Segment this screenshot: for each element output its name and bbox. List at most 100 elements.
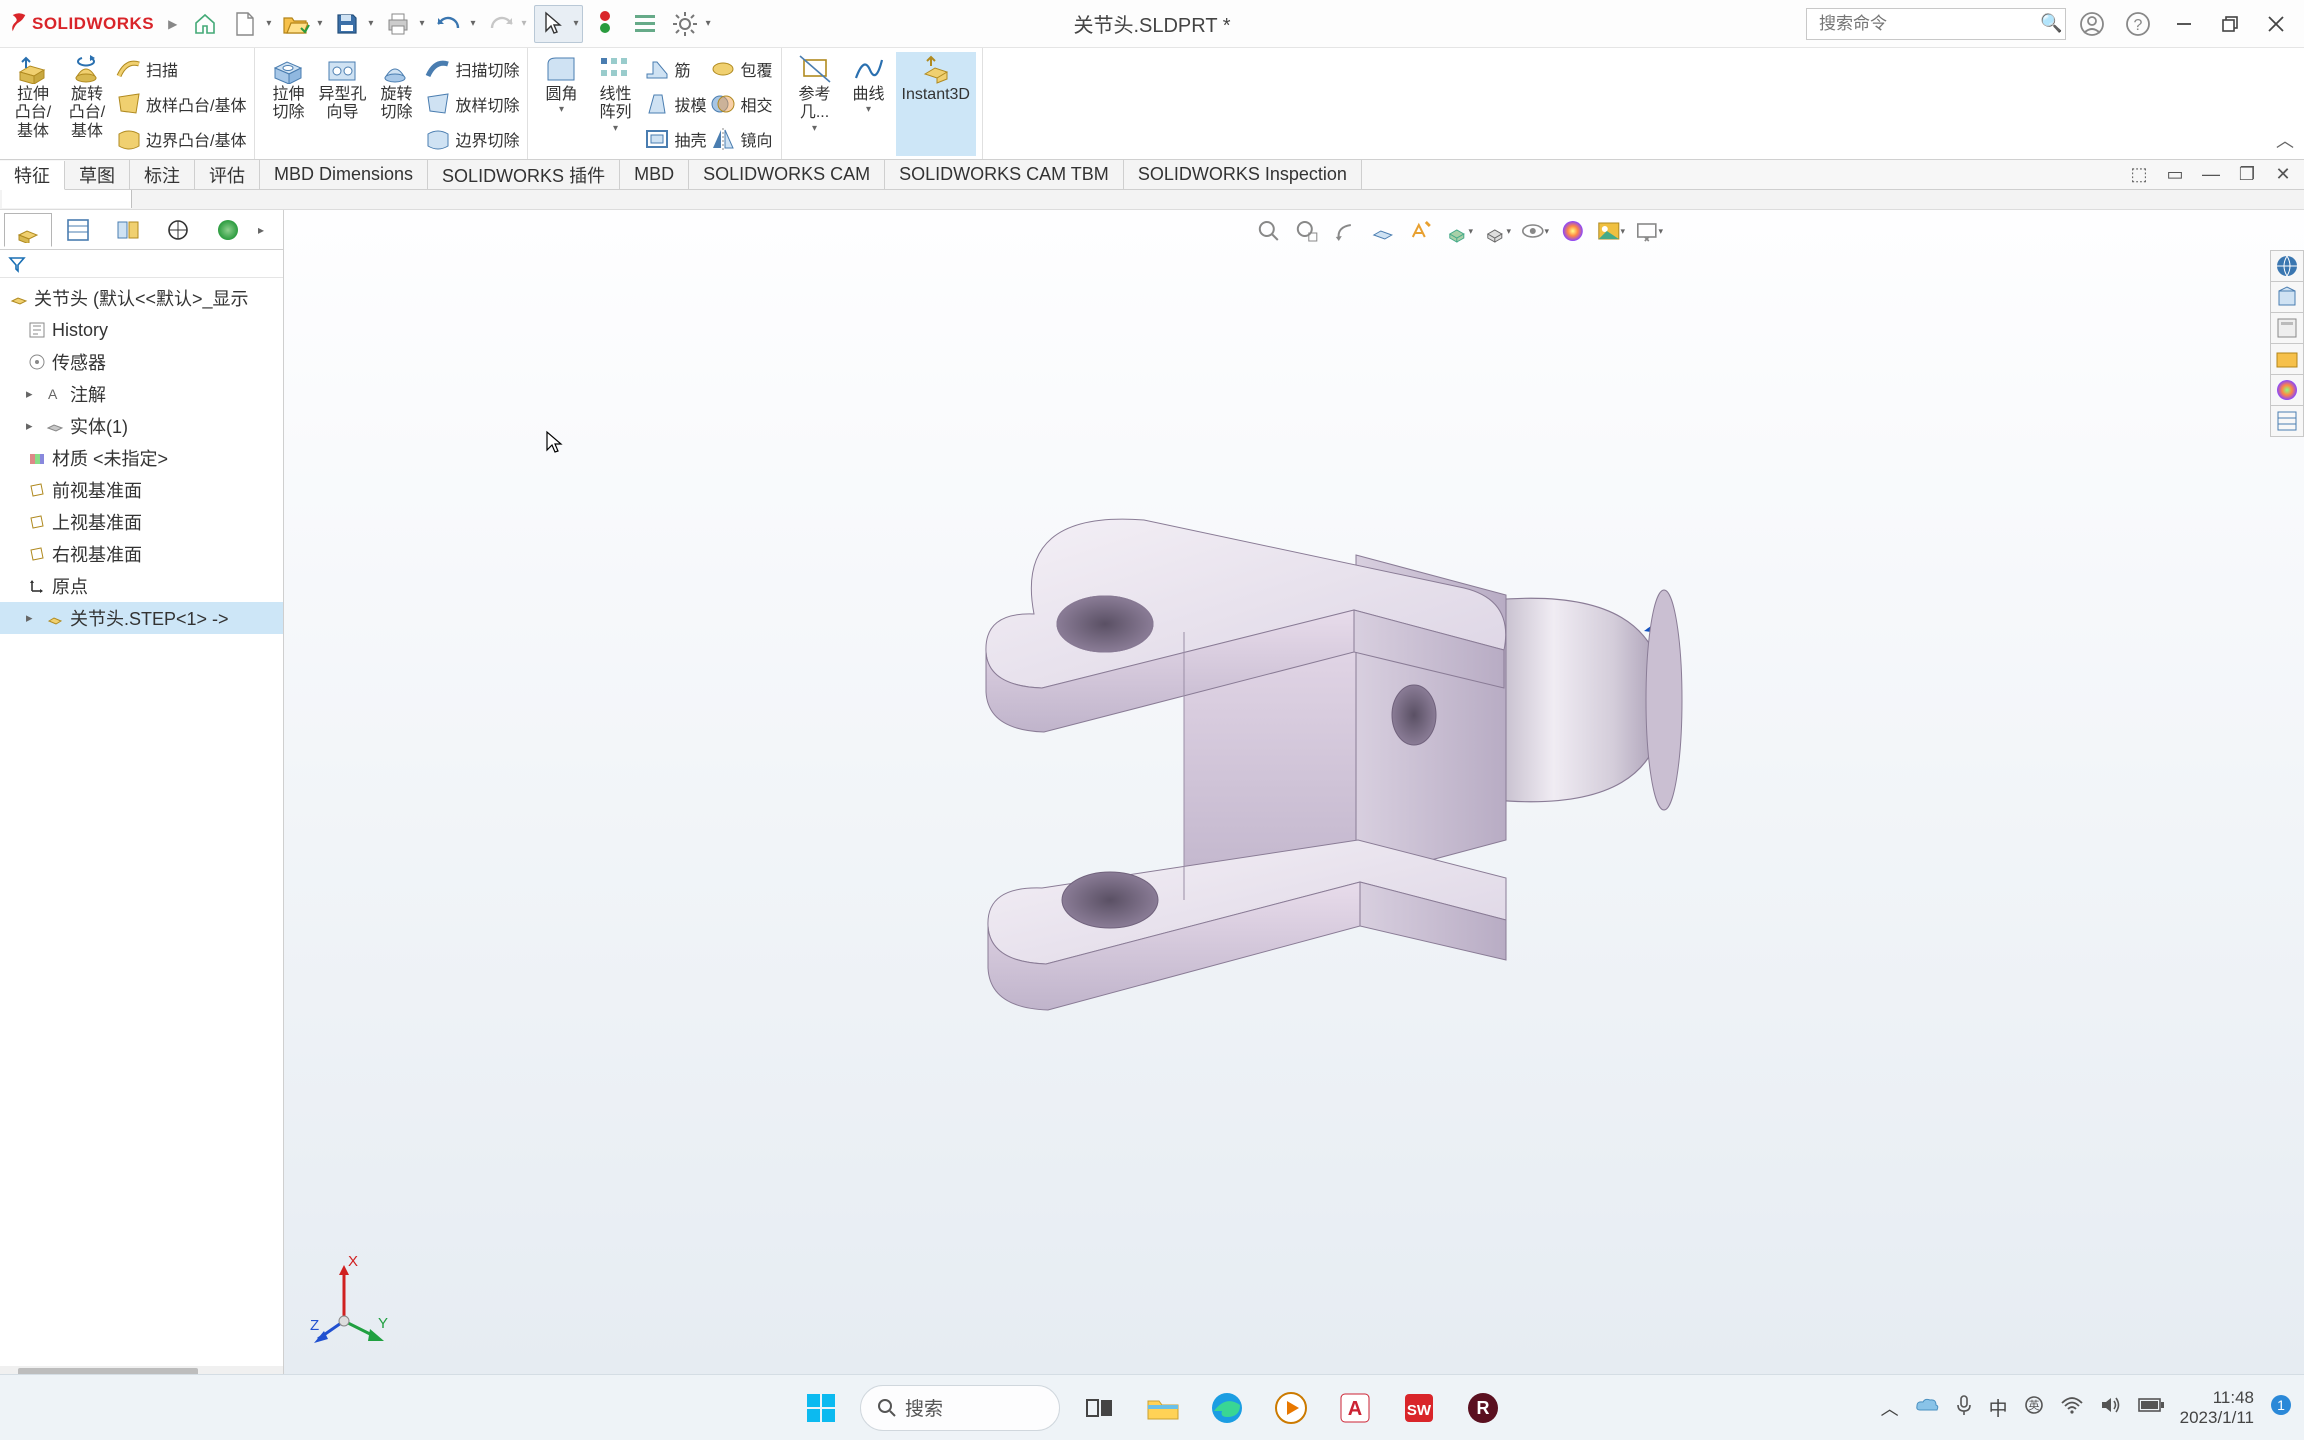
zoom-fit-icon[interactable] <box>1253 216 1285 246</box>
tab-evaluate[interactable]: 评估 <box>195 160 260 189</box>
close-button[interactable] <box>2256 5 2296 43</box>
instant3d-button[interactable]: Instant3D <box>896 52 976 156</box>
edit-appearance-icon[interactable] <box>1557 216 1589 246</box>
sweep-cut-button[interactable]: 扫描切除 <box>423 52 521 86</box>
rebuild-button[interactable] <box>587 6 623 42</box>
tree-material[interactable]: 材质 <未指定> <box>0 442 283 474</box>
doc-close-button[interactable]: ✕ <box>2268 162 2298 188</box>
hole-wizard-button[interactable]: 异型孔 向导 <box>315 52 369 156</box>
tray-chevron-icon[interactable]: ︿ <box>1881 1395 1899 1421</box>
doc-layout-icon[interactable]: ▭ <box>2160 162 2190 188</box>
previous-view-icon[interactable] <box>1329 216 1361 246</box>
feature-tree[interactable]: 关节头 (默认<<默认>_显示 History 传感器 ▸A注解 ▸实体(1) … <box>0 278 283 1366</box>
fillet-button[interactable]: 圆角▾ <box>534 52 588 156</box>
taskpane-custom-properties-icon[interactable] <box>2270 405 2304 437</box>
command-search-input[interactable] <box>1813 14 2040 34</box>
taskbar-solidworks[interactable]: SW <box>1394 1383 1444 1433</box>
redo-dropdown[interactable]: ▾ <box>519 18 530 29</box>
save-dropdown[interactable]: ▾ <box>365 18 376 29</box>
select-button[interactable] <box>535 6 571 42</box>
tray-wifi-icon[interactable] <box>2060 1395 2084 1420</box>
tree-imported-feature[interactable]: ▸关节头.STEP<1> -> <box>0 602 283 634</box>
taskbar-task-view[interactable] <box>1074 1383 1124 1433</box>
panel-tab-display-manager[interactable] <box>204 213 252 247</box>
new-button[interactable] <box>227 6 263 42</box>
tree-front-plane[interactable]: 前视基准面 <box>0 474 283 506</box>
tray-onedrive-icon[interactable] <box>1915 1396 1939 1419</box>
doc-pin-icon[interactable]: ⬚ <box>2124 162 2154 188</box>
tree-top-plane[interactable]: 上视基准面 <box>0 506 283 538</box>
taskpane-resources-icon[interactable] <box>2270 250 2304 282</box>
apply-scene-icon[interactable]: ▾ <box>1595 216 1627 246</box>
help-button[interactable]: ? <box>2118 5 2158 43</box>
tab-sketch[interactable]: 草图 <box>65 160 130 189</box>
section-view-icon[interactable] <box>1367 216 1399 246</box>
boundary-cut-button[interactable]: 边界切除 <box>423 122 521 156</box>
loft-boss-button[interactable]: 放样凸台/基体 <box>114 87 248 121</box>
intersect-button[interactable]: 相交 <box>708 87 774 121</box>
open-button[interactable] <box>278 6 314 42</box>
tab-solidworks-cam[interactable]: SOLIDWORKS CAM <box>689 160 885 189</box>
hide-show-icon[interactable]: ▾ <box>1519 216 1551 246</box>
tree-origin[interactable]: 原点 <box>0 570 283 602</box>
view-orientation-icon[interactable]: ▾ <box>1443 216 1475 246</box>
new-dropdown[interactable]: ▾ <box>263 18 274 29</box>
revolve-boss-button[interactable]: 旋转 凸台/ 基体 <box>60 52 114 156</box>
tray-notifications-icon[interactable]: 1 <box>2270 1394 2292 1421</box>
panel-tab-more[interactable]: ▸ <box>254 223 268 237</box>
revolve-cut-button[interactable]: 旋转 切除 <box>369 52 423 156</box>
shell-button[interactable]: 抽壳 <box>642 122 708 156</box>
taskpane-design-library-icon[interactable] <box>2270 281 2304 313</box>
taskbar-search[interactable]: 搜索 <box>860 1385 1060 1431</box>
open-dropdown[interactable]: ▾ <box>314 18 325 29</box>
panel-tab-dimxpert[interactable] <box>154 213 202 247</box>
restore-button[interactable] <box>2210 5 2250 43</box>
tab-solidworks-addins[interactable]: SOLIDWORKS 插件 <box>428 160 620 189</box>
start-button[interactable] <box>796 1383 846 1433</box>
tab-solidworks-cam-tbm[interactable]: SOLIDWORKS CAM TBM <box>885 160 1124 189</box>
linear-pattern-button[interactable]: 线性 阵列▾ <box>588 52 642 156</box>
taskbar-media-player[interactable] <box>1266 1383 1316 1433</box>
tray-ime-mode-icon[interactable]: 英 <box>2024 1395 2044 1420</box>
rib-button[interactable]: 筋 <box>642 52 708 86</box>
boundary-boss-button[interactable]: 边界凸台/基体 <box>114 122 248 156</box>
tab-annotate[interactable]: 标注 <box>130 160 195 189</box>
settings-button[interactable] <box>667 6 703 42</box>
curves-button[interactable]: 曲线▾ <box>842 52 896 156</box>
save-button[interactable] <box>329 6 365 42</box>
mirror-button[interactable]: 镜向 <box>708 122 774 156</box>
tree-annotations[interactable]: ▸A注解 <box>0 378 283 410</box>
display-style-icon[interactable]: ▾ <box>1481 216 1513 246</box>
app-menu-caret[interactable]: ▶ <box>164 17 181 31</box>
tree-right-plane[interactable]: 右视基准面 <box>0 538 283 570</box>
tree-sensors[interactable]: 传感器 <box>0 346 283 378</box>
tree-filter-icon[interactable] <box>0 250 283 278</box>
select-dropdown[interactable]: ▾ <box>571 18 582 29</box>
wrap-button[interactable]: 包覆 <box>708 52 774 86</box>
panel-tab-configuration-manager[interactable] <box>104 213 152 247</box>
tab-mbd[interactable]: MBD <box>620 160 689 189</box>
draft-button[interactable]: 拔模 <box>642 87 708 121</box>
tray-clock[interactable]: 11:48 2023/1/11 <box>2180 1388 2254 1427</box>
undo-dropdown[interactable]: ▾ <box>467 18 478 29</box>
taskbar-explorer[interactable] <box>1138 1383 1188 1433</box>
extrude-boss-button[interactable]: 拉伸 凸台/ 基体 <box>6 52 60 156</box>
sweep-boss-button[interactable]: 扫描 <box>114 52 248 86</box>
view-settings-icon[interactable]: ▾ <box>1633 216 1665 246</box>
tray-battery-icon[interactable] <box>2138 1397 2164 1418</box>
redo-button[interactable] <box>483 6 519 42</box>
loft-cut-button[interactable]: 放样切除 <box>423 87 521 121</box>
panel-tab-feature-tree[interactable] <box>4 213 52 247</box>
command-search[interactable]: 🔍 <box>1806 8 2066 40</box>
taskpane-view-palette-icon[interactable] <box>2270 343 2304 375</box>
taskpane-appearances-icon[interactable] <box>2270 374 2304 406</box>
taskbar-app-r[interactable]: R <box>1458 1383 1508 1433</box>
extrude-cut-button[interactable]: 拉伸 切除 <box>261 52 315 156</box>
undo-button[interactable] <box>431 6 467 42</box>
tray-ime-label[interactable]: 中 <box>1989 1394 2008 1421</box>
tab-features[interactable]: 特征 <box>0 161 65 190</box>
panel-tab-property-manager[interactable] <box>54 213 102 247</box>
graphics-viewport[interactable]: ▾ ▾ ▾ ▾ ▾ <box>284 210 2304 1380</box>
doc-minimize-button[interactable]: — <box>2196 162 2226 188</box>
minimize-button[interactable] <box>2164 5 2204 43</box>
